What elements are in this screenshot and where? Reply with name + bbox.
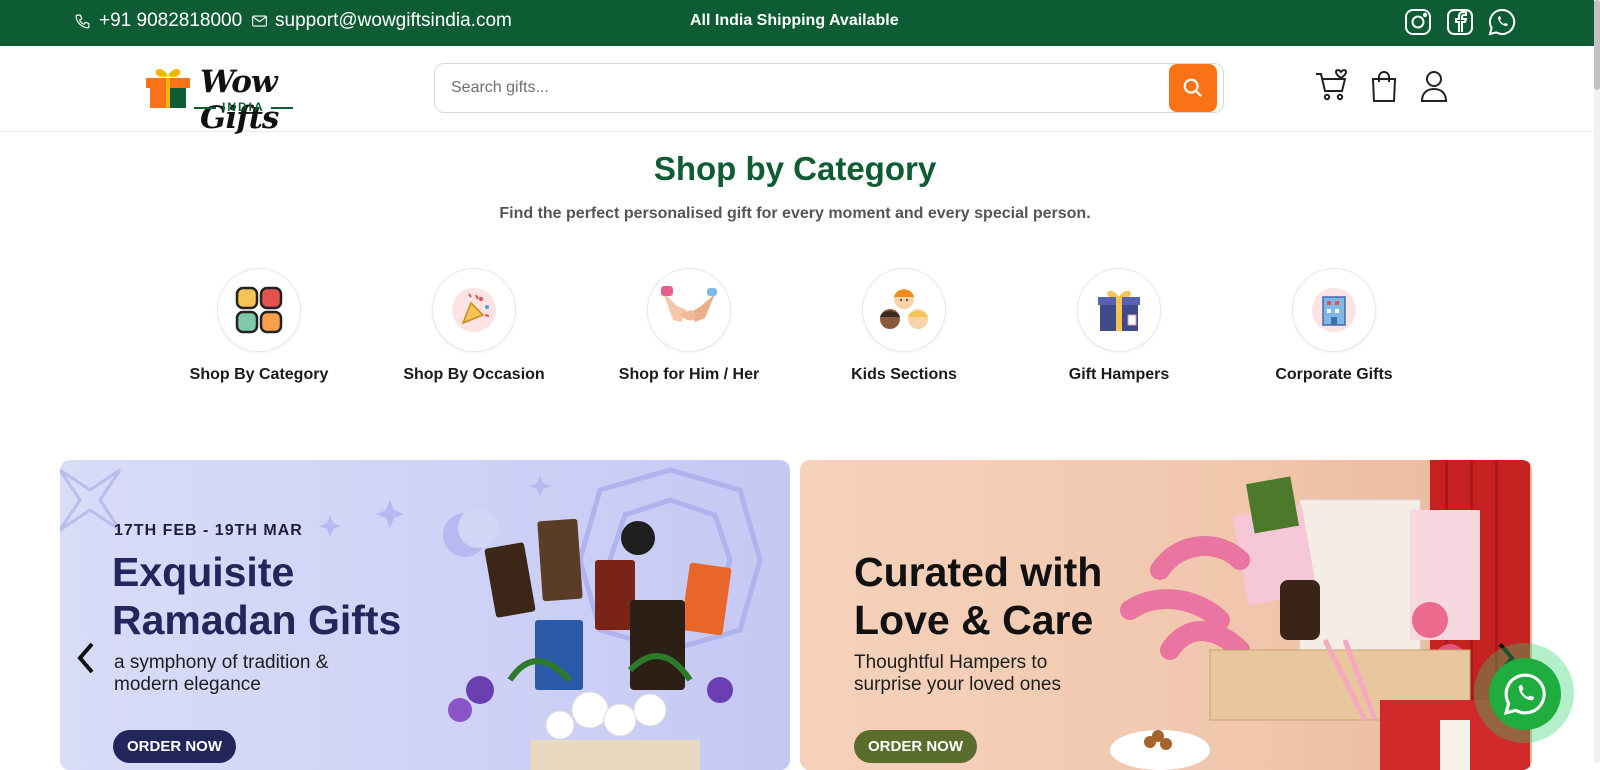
carousel-prev-arrow[interactable] — [74, 640, 98, 676]
category-label: Shop for Him / Her — [618, 366, 760, 383]
order-now-button[interactable]: ORDER NOW — [854, 730, 977, 763]
whatsapp-float-button[interactable] — [1474, 643, 1574, 743]
phone-number[interactable]: +91 9082818000 — [99, 10, 242, 32]
phone-icon — [75, 14, 90, 28]
whatsapp-icon — [1503, 673, 1546, 716]
category-circle[interactable] — [217, 268, 301, 352]
grid-icon — [235, 286, 283, 334]
gift-hamper-image — [448, 518, 733, 770]
category-kids-sections[interactable]: Kids Sections — [794, 268, 1014, 384]
search-button[interactable] — [1169, 64, 1217, 112]
site-logo[interactable]: Wow Gifts INDIA — [142, 64, 342, 136]
category-label: Shop By Category — [189, 366, 329, 383]
category-label: Gift Hampers — [1068, 366, 1170, 383]
search-icon — [1183, 78, 1203, 98]
section-subtitle: Find the perfect personalised gift for e… — [499, 205, 1091, 222]
email-contact[interactable]: support@wowgiftsindia.com — [252, 10, 512, 32]
banner-heading: Exquisite Ramadan Gifts — [112, 549, 402, 643]
phone-contact[interactable]: +91 9082818000 — [74, 10, 242, 32]
order-now-button[interactable]: ORDER NOW — [113, 730, 236, 763]
category-gift-hampers[interactable]: Gift Hampers — [1009, 268, 1229, 384]
category-label: Shop By Occasion — [403, 366, 545, 383]
page-scrollbar[interactable] — [1594, 0, 1600, 763]
category-shop-for-him-her[interactable]: Shop for Him / Her — [579, 268, 799, 384]
category-shop-by-occasion[interactable]: Shop By Occasion — [364, 268, 584, 384]
category-circle[interactable] — [1077, 268, 1161, 352]
category-shop-by-category[interactable]: Shop By Category — [149, 268, 369, 384]
category-circle[interactable] — [647, 268, 731, 352]
search-input[interactable] — [451, 76, 1131, 100]
whatsapp-button-core[interactable] — [1489, 658, 1561, 730]
party-popper-icon — [452, 288, 496, 332]
logo-subtitle: INDIA — [194, 100, 293, 114]
category-label: Corporate Gifts — [1275, 366, 1393, 383]
banner-date: 17TH FEB - 19TH MAR — [114, 522, 303, 539]
top-bar: +91 9082818000 support@wowgiftsindia.com… — [0, 0, 1600, 46]
category-circle[interactable] — [862, 268, 946, 352]
category-circle[interactable] — [432, 268, 516, 352]
ramadan-banner[interactable]: 17TH FEB - 19TH MAR Exquisite Ramadan Gi… — [60, 460, 790, 770]
kids-icon — [880, 289, 928, 329]
category-corporate-gifts[interactable]: Corporate Gifts — [1224, 268, 1444, 384]
banner-heading: Curated with Love & Care — [854, 549, 1103, 643]
handshake-icon — [661, 286, 717, 322]
scrollbar-thumb[interactable] — [1594, 0, 1600, 90]
wishlist-cart-icon[interactable] — [1314, 68, 1350, 104]
whatsapp-icon[interactable] — [1488, 8, 1516, 36]
main-header: Wow Gifts INDIA — [0, 46, 1600, 136]
banner-text: a symphony of tradition & modern eleganc… — [114, 652, 329, 695]
gift-logo-icon — [146, 68, 190, 108]
section-title: Shop by Category — [653, 150, 937, 187]
search-bar — [434, 63, 1224, 113]
gift-box-icon — [1098, 290, 1140, 331]
mail-icon — [252, 15, 267, 27]
banner-text: Thoughtful Hampers to surprise your love… — [854, 652, 1061, 695]
email-address[interactable]: support@wowgiftsindia.com — [275, 10, 512, 32]
category-circle[interactable] — [1292, 268, 1376, 352]
shopping-bag-icon[interactable] — [1366, 68, 1402, 104]
shipping-notice: All India Shipping Available — [690, 12, 899, 29]
hampers-banner[interactable]: Curated with Love & Care Thoughtful Hamp… — [800, 460, 1532, 770]
facebook-icon[interactable] — [1446, 8, 1474, 36]
office-building-icon — [1312, 288, 1356, 332]
instagram-icon[interactable] — [1404, 8, 1432, 36]
user-icon[interactable] — [1416, 68, 1452, 104]
hamper-image — [1110, 460, 1530, 770]
category-label: Kids Sections — [851, 366, 957, 383]
